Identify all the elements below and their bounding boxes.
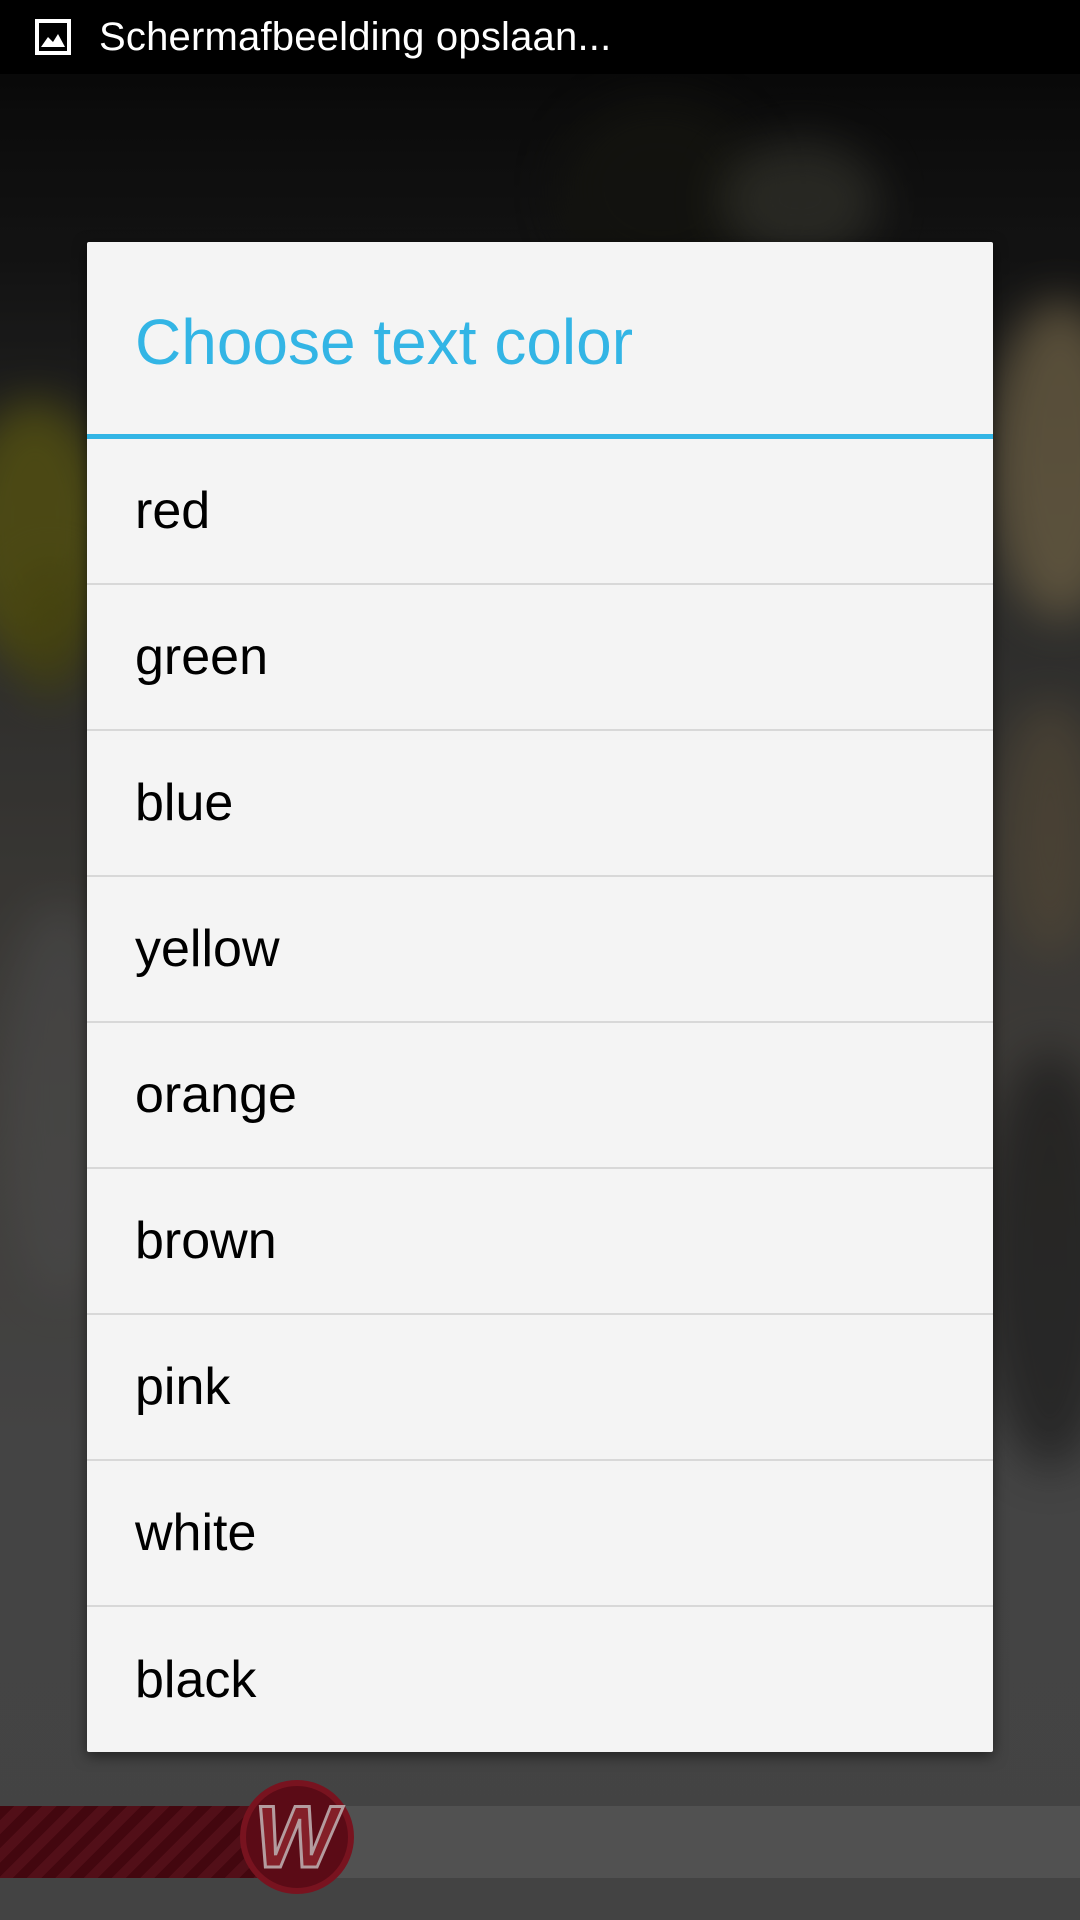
color-option-black[interactable]: black: [87, 1607, 993, 1752]
notification-text: Schermafbeelding opslaan...: [99, 14, 612, 59]
dialog-title: Choose text color: [135, 306, 634, 378]
color-option-yellow[interactable]: yellow: [87, 877, 993, 1023]
screenshot-image-icon: [35, 19, 71, 55]
color-option-brown[interactable]: brown: [87, 1169, 993, 1315]
text-color-dialog: Choose text color red green blue yellow …: [87, 242, 993, 1752]
color-option-green[interactable]: green: [87, 585, 993, 731]
color-option-red[interactable]: red: [87, 439, 993, 585]
color-option-white[interactable]: white: [87, 1461, 993, 1607]
status-bar: Schermafbeelding opslaan...: [0, 0, 1080, 74]
color-option-blue[interactable]: blue: [87, 731, 993, 877]
screen: W Schermafbeelding opslaan... Choose tex…: [0, 0, 1080, 1920]
color-option-orange[interactable]: orange: [87, 1023, 993, 1169]
color-option-pink[interactable]: pink: [87, 1315, 993, 1461]
color-option-list: red green blue yellow orange brown pink …: [87, 439, 993, 1752]
